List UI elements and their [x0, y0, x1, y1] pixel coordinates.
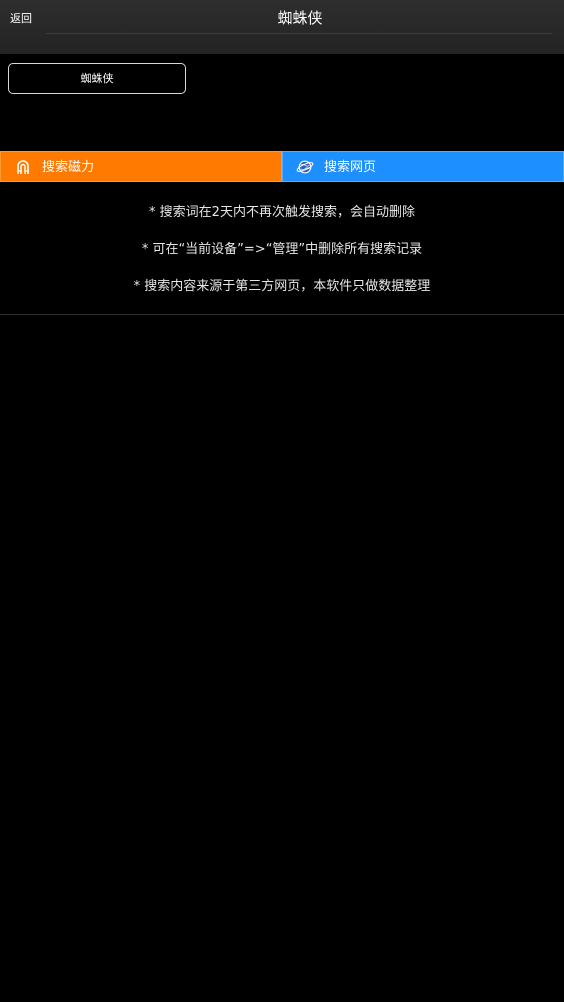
- search-keyword-button[interactable]: 蜘蛛侠: [8, 63, 186, 94]
- nav-bar: 返回 蜘蛛侠: [0, 0, 564, 54]
- tab-search-magnet-label: 搜索磁力: [42, 160, 95, 175]
- tip-text: * 搜索内容来源于第三方网页，本软件只做数据整理: [133, 279, 431, 294]
- tab-search-web[interactable]: 搜索网页: [282, 151, 564, 182]
- page: 返回 蜘蛛侠 蜘蛛侠 搜索磁力 搜索网页 * 搜索词在2天内不再次触发搜索，会自…: [0, 0, 564, 1002]
- browser-globe-icon: [296, 160, 314, 174]
- page-title: 蜘蛛侠: [277, 9, 323, 27]
- tip-text: * 搜索词在2天内不再次触发搜索，会自动删除: [149, 205, 415, 220]
- tab-search-web-label: 搜索网页: [324, 160, 377, 175]
- nav-divider: [46, 33, 552, 34]
- search-tabs: 搜索磁力 搜索网页: [0, 151, 564, 182]
- search-tips: * 搜索词在2天内不再次触发搜索，会自动删除 * 可在“当前设备”=>“管理”中…: [0, 182, 564, 315]
- back-button[interactable]: 返回: [10, 11, 32, 27]
- tip-text: * 可在“当前设备”=>“管理”中删除所有搜索记录: [141, 242, 423, 257]
- tab-search-magnet[interactable]: 搜索磁力: [0, 151, 282, 182]
- magnet-icon: [17, 160, 29, 174]
